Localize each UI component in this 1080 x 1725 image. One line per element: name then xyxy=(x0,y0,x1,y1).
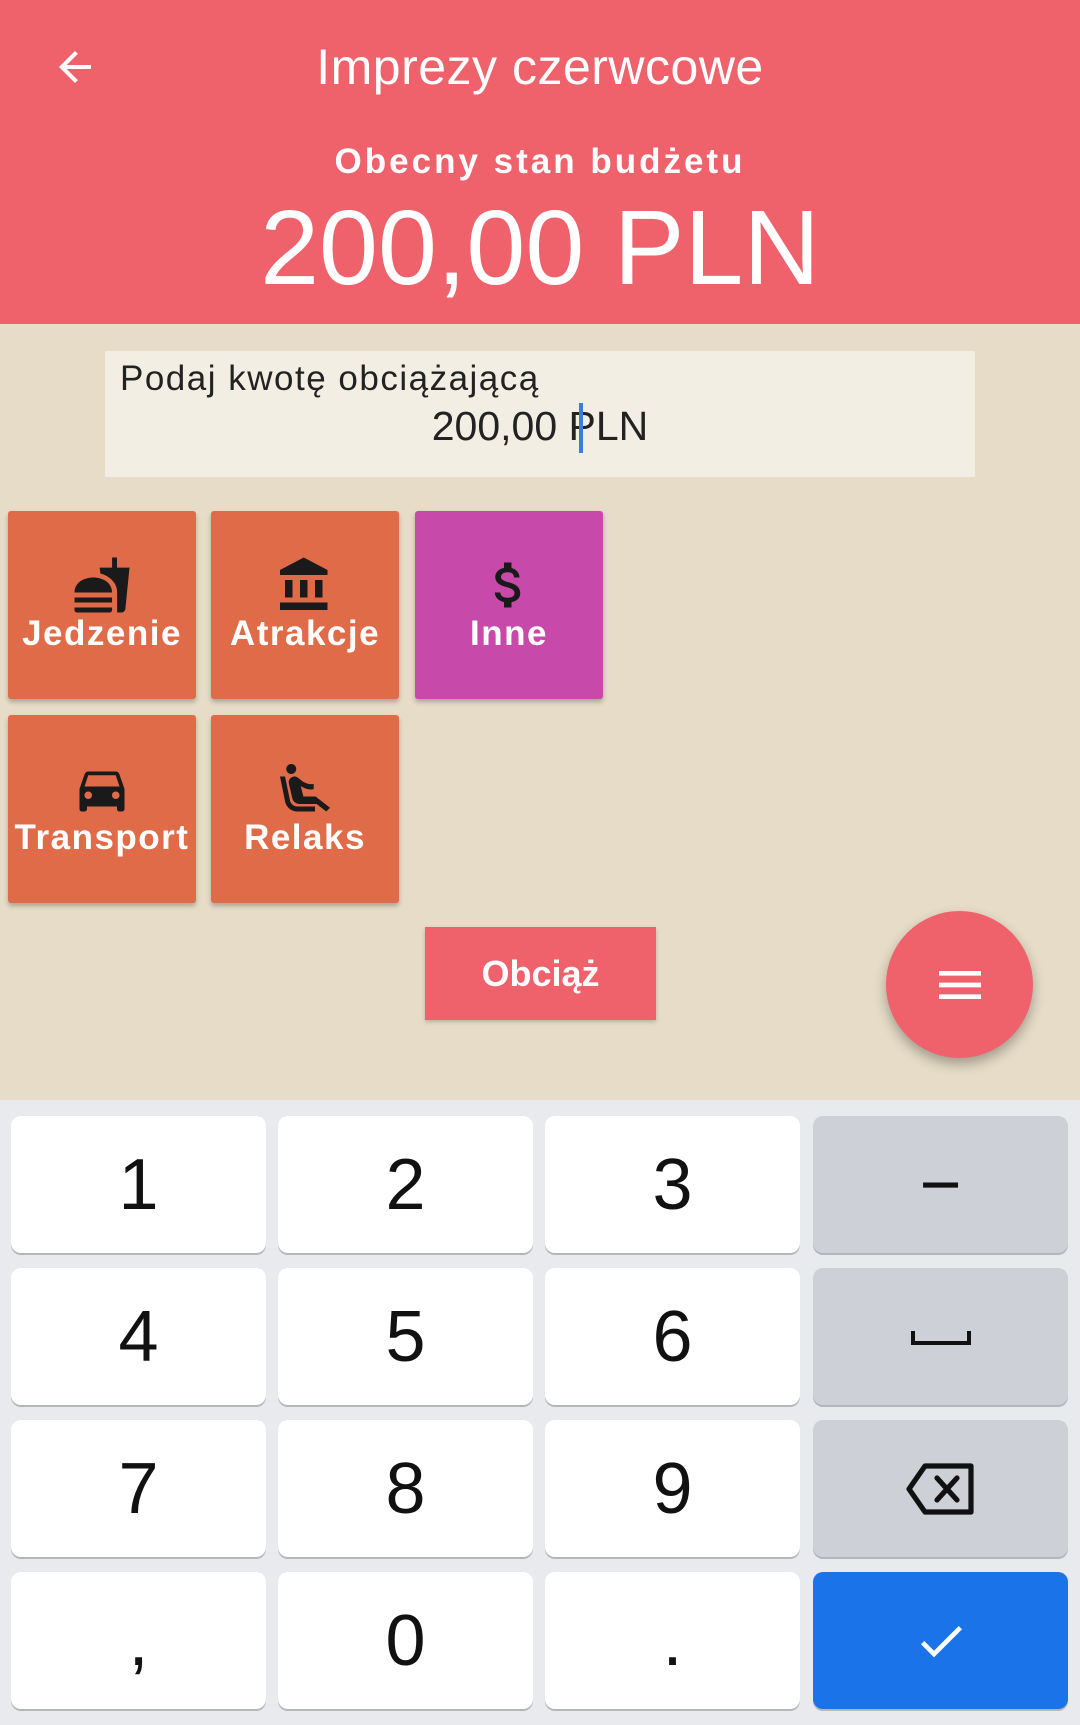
key-space[interactable] xyxy=(813,1268,1068,1405)
key-9[interactable]: 9 xyxy=(545,1420,800,1557)
budget-label: Obecny stan budżetu xyxy=(334,142,746,181)
amount-input[interactable]: Podaj kwotę obciążającą 200,00 PLN xyxy=(105,351,975,477)
text-cursor xyxy=(579,403,583,453)
key-4[interactable]: 4 xyxy=(11,1268,266,1405)
key-3[interactable]: 3 xyxy=(545,1116,800,1253)
key-6[interactable]: 6 xyxy=(545,1268,800,1405)
amount-input-label: Podaj kwotę obciążającą xyxy=(120,359,540,398)
space-bar-icon xyxy=(910,1330,971,1345)
category-atrakcje-button[interactable]: Atrakcje xyxy=(211,511,399,699)
category-label: Transport xyxy=(14,818,190,857)
menu-fab-button[interactable] xyxy=(886,911,1033,1058)
category-label: Jedzenie xyxy=(22,614,182,653)
car-icon xyxy=(79,771,125,812)
key-0[interactable]: 0 xyxy=(278,1572,533,1709)
category-label: Relaks xyxy=(244,818,366,857)
amount-input-value[interactable]: 200,00 PLN xyxy=(105,403,975,450)
charge-button[interactable]: Obciąż xyxy=(425,927,656,1020)
budget-value: 200,00 PLN xyxy=(260,189,820,307)
category-label: Atrakcje xyxy=(229,614,381,653)
key-backspace[interactable] xyxy=(813,1420,1068,1557)
fastfood-icon xyxy=(74,557,130,613)
key-8[interactable]: 8 xyxy=(278,1420,533,1557)
key-1[interactable]: 1 xyxy=(11,1116,266,1253)
seat-recline-icon xyxy=(280,764,330,812)
menu-icon xyxy=(938,970,981,999)
key-done[interactable] xyxy=(813,1572,1068,1709)
key-2[interactable]: 2 xyxy=(278,1116,533,1253)
check-icon xyxy=(920,1625,962,1657)
category-label: Inne xyxy=(470,614,548,653)
category-transport-button[interactable]: Transport xyxy=(8,715,196,903)
category-jedzenie-button[interactable]: Jedzenie xyxy=(8,511,196,699)
key-5[interactable]: 5 xyxy=(278,1268,533,1405)
key-comma[interactable]: , xyxy=(11,1572,266,1709)
dollar-icon xyxy=(494,562,521,608)
app-header: Imprezy czerwcowe Obecny stan budżetu 20… xyxy=(0,0,1080,324)
key-dot[interactable]: . xyxy=(545,1572,800,1709)
key-7[interactable]: 7 xyxy=(11,1420,266,1557)
category-relaks-button[interactable]: Relaks xyxy=(211,715,399,903)
key-minus[interactable]: − xyxy=(813,1116,1068,1253)
museum-icon xyxy=(280,557,328,610)
page-title: Imprezy czerwcowe xyxy=(316,39,764,95)
backspace-icon xyxy=(905,1462,974,1515)
category-inne-button[interactable]: Inne xyxy=(415,511,603,699)
numeric-keyboard: 1 2 3 − 4 5 6 7 8 9 , 0 . xyxy=(0,1100,1080,1725)
